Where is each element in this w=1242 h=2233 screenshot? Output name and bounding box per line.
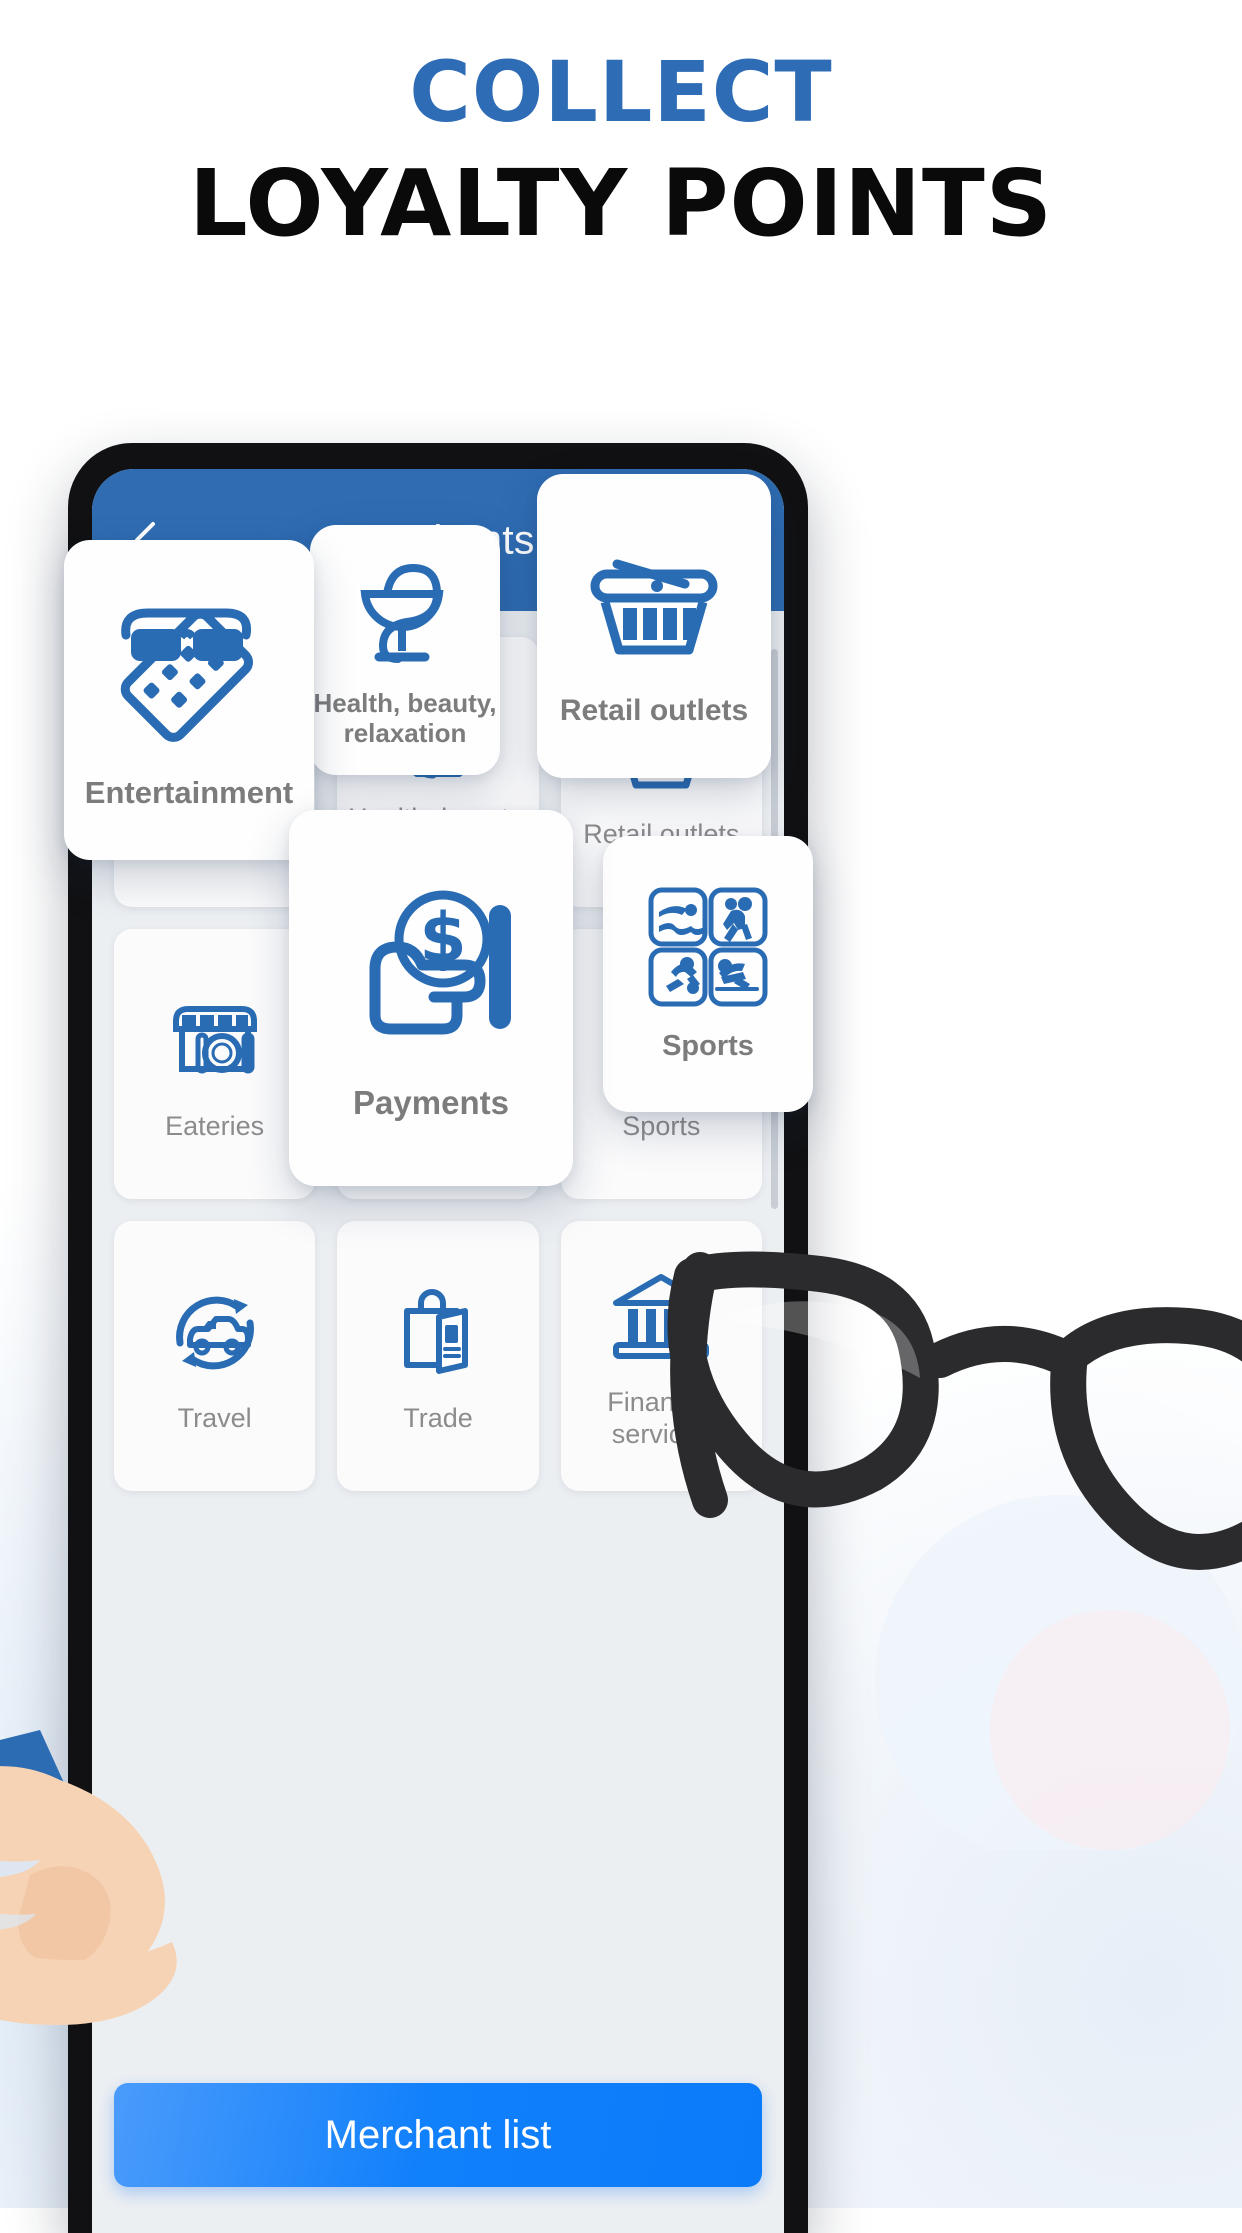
- merchant-list-button-label: Merchant list: [324, 2112, 552, 2157]
- merchant-list-button[interactable]: Merchant list: [114, 2083, 762, 2187]
- car-rental-icon: [160, 1277, 270, 1387]
- shopping-bag-catalog-icon: [383, 1277, 493, 1387]
- category-tile-label: Travel: [177, 1403, 252, 1434]
- floating-card-label: Payments: [353, 1084, 509, 1122]
- floating-card-health[interactable]: Health, beauty, relaxation: [310, 525, 500, 775]
- hand-coin-dollar-icon: $: [339, 873, 524, 1058]
- category-tile-label: Trade: [403, 1403, 473, 1434]
- category-tile-travel[interactable]: Travel: [114, 1221, 316, 1491]
- headline-line-1: COLLECT: [409, 43, 833, 141]
- category-tile-financial[interactable]: Financial services: [560, 1221, 762, 1491]
- floating-card-label: Sports: [662, 1030, 754, 1063]
- movie-ticket-glasses-icon: [109, 589, 269, 749]
- floating-card-sports[interactable]: Sports: [603, 836, 813, 1112]
- shopping-basket-icon: [579, 524, 729, 674]
- promo-headline: COLLECT LOYALTY POINTS: [0, 50, 1242, 250]
- category-tile-eateries[interactable]: Eateries: [114, 929, 316, 1199]
- category-tile-label: Financial services: [607, 1387, 716, 1449]
- floating-card-payments[interactable]: $ Payments: [289, 810, 573, 1186]
- restaurant-storefront-icon: [160, 985, 270, 1095]
- category-tile-label: Eateries: [165, 1111, 265, 1142]
- floating-card-retail[interactable]: Retail outlets: [537, 474, 771, 778]
- floating-card-label: Entertainment: [84, 775, 294, 811]
- bank-building-icon: [606, 1261, 716, 1371]
- category-tile-label: Sports: [622, 1111, 701, 1142]
- headline-line-2: LOYALTY POINTS: [189, 150, 1053, 257]
- floating-card-entertainment[interactable]: Entertainment: [64, 540, 314, 860]
- sports-pictograms-icon: [645, 884, 771, 1010]
- floating-card-label: Retail outlets: [559, 693, 749, 727]
- pharmacy-bowl-icon: [345, 552, 465, 672]
- floating-card-label: Health, beauty, relaxation: [313, 687, 497, 748]
- category-tile-trade[interactable]: Trade: [337, 1221, 539, 1491]
